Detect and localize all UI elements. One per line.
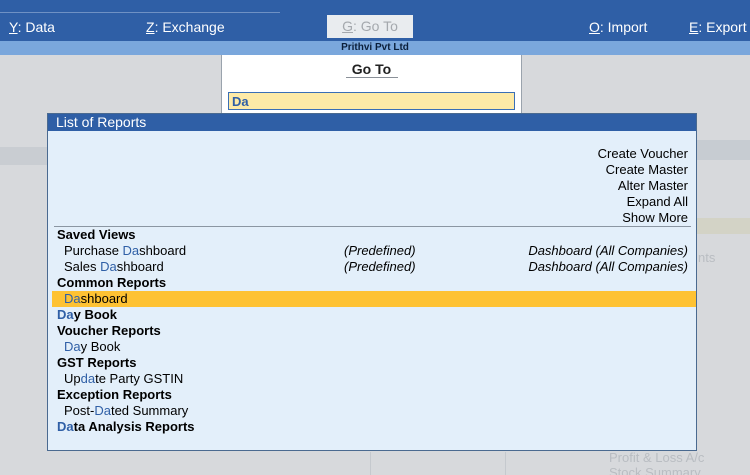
- search-match-highlight: Da: [94, 403, 111, 418]
- menu-import-key: O: [589, 19, 600, 35]
- menu-import[interactable]: O: Import: [589, 19, 647, 35]
- report-item-status: (Predefined): [344, 243, 416, 258]
- background-band-right-mid: [697, 218, 750, 234]
- list-of-reports-panel: List of Reports Create Voucher Create Ma…: [47, 113, 697, 451]
- report-item-update-party-gstin[interactable]: Update Party GSTIN: [48, 371, 696, 387]
- goto-title-underline: [346, 77, 398, 78]
- menu-data-label: : Data: [17, 19, 55, 35]
- report-item-post-dated-summary[interactable]: Post-Dated Summary: [48, 403, 696, 419]
- background-text-fragment: nts: [698, 250, 716, 265]
- report-item-label: Post-Dated Summary: [64, 403, 189, 418]
- menu-data-key: Y: [9, 19, 18, 35]
- report-item-type: Dashboard (All Companies): [528, 259, 688, 274]
- goto-search-input[interactable]: [228, 92, 515, 110]
- menu-goto[interactable]: G: Go To: [327, 15, 413, 38]
- goto-title: Go To: [351, 61, 392, 77]
- search-match-highlight: Da: [57, 419, 74, 434]
- menu-import-label: : Import: [599, 19, 648, 35]
- search-match-highlight: Da: [122, 243, 140, 258]
- company-bar: Prithvi Pvt Ltd: [0, 41, 750, 55]
- section-day-book[interactable]: Day Book: [48, 307, 696, 323]
- background-band-left: [0, 147, 48, 165]
- report-item-label: Day Book: [64, 339, 121, 354]
- create-master-button[interactable]: Create Master: [606, 162, 688, 178]
- goto-panel: Go To: [221, 55, 522, 115]
- section-gst-reports: GST Reports: [57, 355, 137, 370]
- background-band-right-top: [697, 140, 750, 160]
- list-of-reports-title: List of Reports: [48, 114, 696, 131]
- report-item-sales-dashboard[interactable]: Sales Dashboard (Predefined) Dashboard (Al…: [48, 259, 696, 275]
- report-item-label: Sales Dashboard: [64, 259, 164, 274]
- background-divider: [370, 452, 371, 475]
- menu-exchange-key: Z: [146, 19, 155, 35]
- menu-data[interactable]: Y: Data: [9, 19, 55, 35]
- menu-exchange-label: : Exchange: [154, 19, 225, 35]
- top-menu-bar: Y: Data Z: Exchange G: Go To O: Import E…: [0, 0, 750, 41]
- report-item-label: Purchase Dashboard: [64, 243, 187, 258]
- menu-export[interactable]: E: Export: [689, 19, 747, 35]
- section-exception-reports: Exception Reports: [57, 387, 172, 402]
- background-report-profit-loss: Profit & Loss A/c: [609, 450, 705, 465]
- show-more-button[interactable]: Show More: [622, 210, 688, 226]
- expand-all-button[interactable]: Expand All: [627, 194, 688, 210]
- report-item-label: Update Party GSTIN: [64, 371, 184, 386]
- report-item-dashboard[interactable]: Dashboard: [52, 291, 696, 307]
- report-item-label: Dashboard: [64, 291, 128, 306]
- search-match-highlight: da: [80, 371, 96, 386]
- alter-master-button[interactable]: Alter Master: [618, 178, 688, 194]
- menu-export-label: : Export: [698, 19, 747, 35]
- section-common-reports: Common Reports: [57, 275, 167, 290]
- report-item-purchase-dashboard[interactable]: Purchase Dashboard (Predefined) Dashboard …: [48, 243, 696, 259]
- menu-export-key: E: [689, 19, 699, 35]
- section-voucher-reports: Voucher Reports: [57, 323, 161, 338]
- report-item-status: (Predefined): [344, 259, 416, 274]
- search-match-highlight: Da: [57, 307, 74, 322]
- company-name: Prithvi Pvt Ltd: [341, 42, 409, 53]
- menu-goto-label: : Go To: [353, 18, 398, 34]
- search-match-highlight: Da: [100, 259, 117, 274]
- background-report-stock-summary: Stock Summary: [609, 465, 701, 475]
- top-bar-divider: [0, 12, 280, 13]
- create-voucher-button[interactable]: Create Voucher: [598, 146, 688, 162]
- search-match-highlight: Da: [64, 339, 81, 354]
- background-divider: [505, 452, 506, 475]
- report-item-type: Dashboard (All Companies): [528, 243, 688, 258]
- section-data-analysis-reports[interactable]: Data Analysis Reports: [48, 419, 696, 435]
- menu-goto-key: G: [342, 18, 353, 34]
- search-match-highlight: Da: [64, 291, 81, 306]
- report-item-day-book[interactable]: Day Book: [48, 339, 696, 355]
- section-saved-views: Saved Views: [57, 227, 136, 242]
- menu-exchange[interactable]: Z: Exchange: [146, 19, 225, 35]
